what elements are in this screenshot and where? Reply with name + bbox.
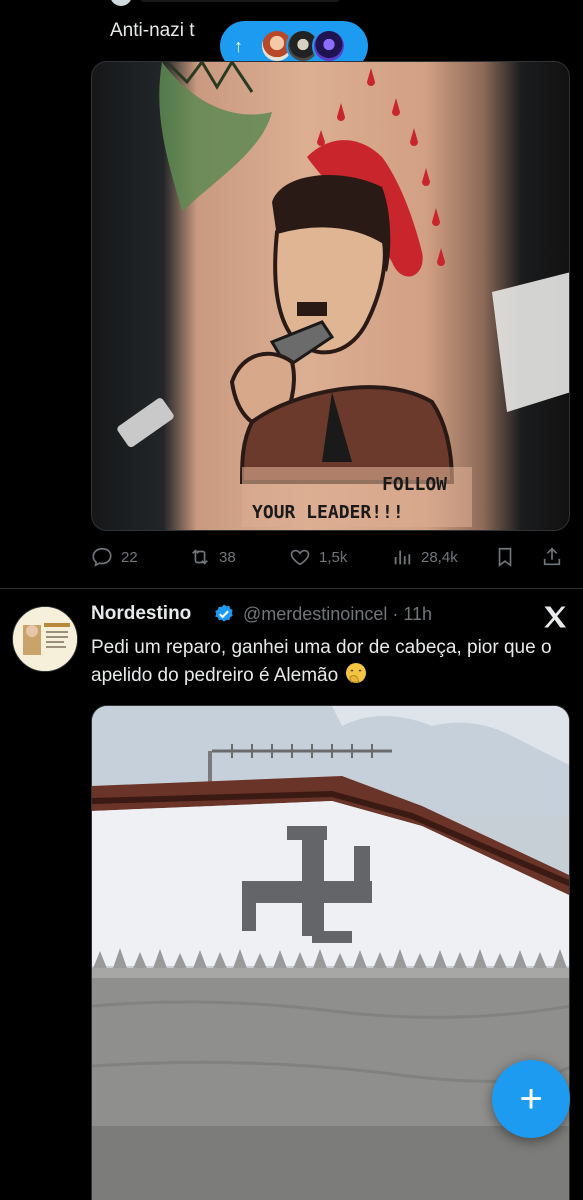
reply-count: 22 [121,548,138,566]
tweet-action-bar: 22 38 1,5k 28,4k [91,540,571,576]
x-logo-icon[interactable] [541,603,569,631]
tattoo-illustration: FOLLOW YOUR LEADER!!! [117,62,569,527]
tweet-media-image[interactable] [91,705,570,1200]
repost-button[interactable]: 38 [189,546,236,568]
like-icon [290,549,310,566]
reply-button[interactable]: 22 [91,546,138,568]
face-with-hand-over-mouth-icon [346,663,367,683]
share-button[interactable] [541,546,563,568]
compose-button[interactable]: + [492,1060,570,1138]
arrow-up-icon: ↑ [234,35,243,56]
avatar [312,29,346,63]
previous-tweet-header-cut [110,0,410,6]
share-icon [543,547,561,566]
tweet-media-image[interactable]: FOLLOW YOUR LEADER!!! [91,61,570,531]
avatar[interactable] [110,0,132,6]
previous-tweet-text: Anti-nazi t [110,20,195,41]
views-icon [394,550,411,565]
tweet-divider [0,588,583,589]
bookmark-button[interactable] [494,546,516,568]
compose-icon: + [519,1076,543,1121]
author-name[interactable]: Nordestino [91,603,191,625]
like-count: 1,5k [319,548,348,566]
verified-badge-icon [215,604,233,622]
wall-photo [92,706,569,1200]
author-handle-and-time[interactable]: @merdestinoincel · 11h [243,604,432,625]
tattoo-caption-follow: FOLLOW [382,474,447,495]
repost-icon [192,549,208,565]
views-button[interactable]: 28,4k [391,546,458,568]
avatar[interactable] [12,606,78,672]
tweet-text: Pedi um reparo, ganhei uma dor de cabeça… [91,634,576,690]
repost-count: 38 [219,548,236,566]
tattoo-caption-leader: YOUR LEADER!!! [252,502,404,523]
like-button[interactable]: 1,5k [289,546,347,568]
views-count: 28,4k [421,548,458,566]
tweet-text-content: Pedi um reparo, ganhei uma dor de cabeça… [91,637,552,686]
reply-icon [92,547,112,567]
bookmark-icon [498,547,512,567]
avatar-image [13,607,77,671]
